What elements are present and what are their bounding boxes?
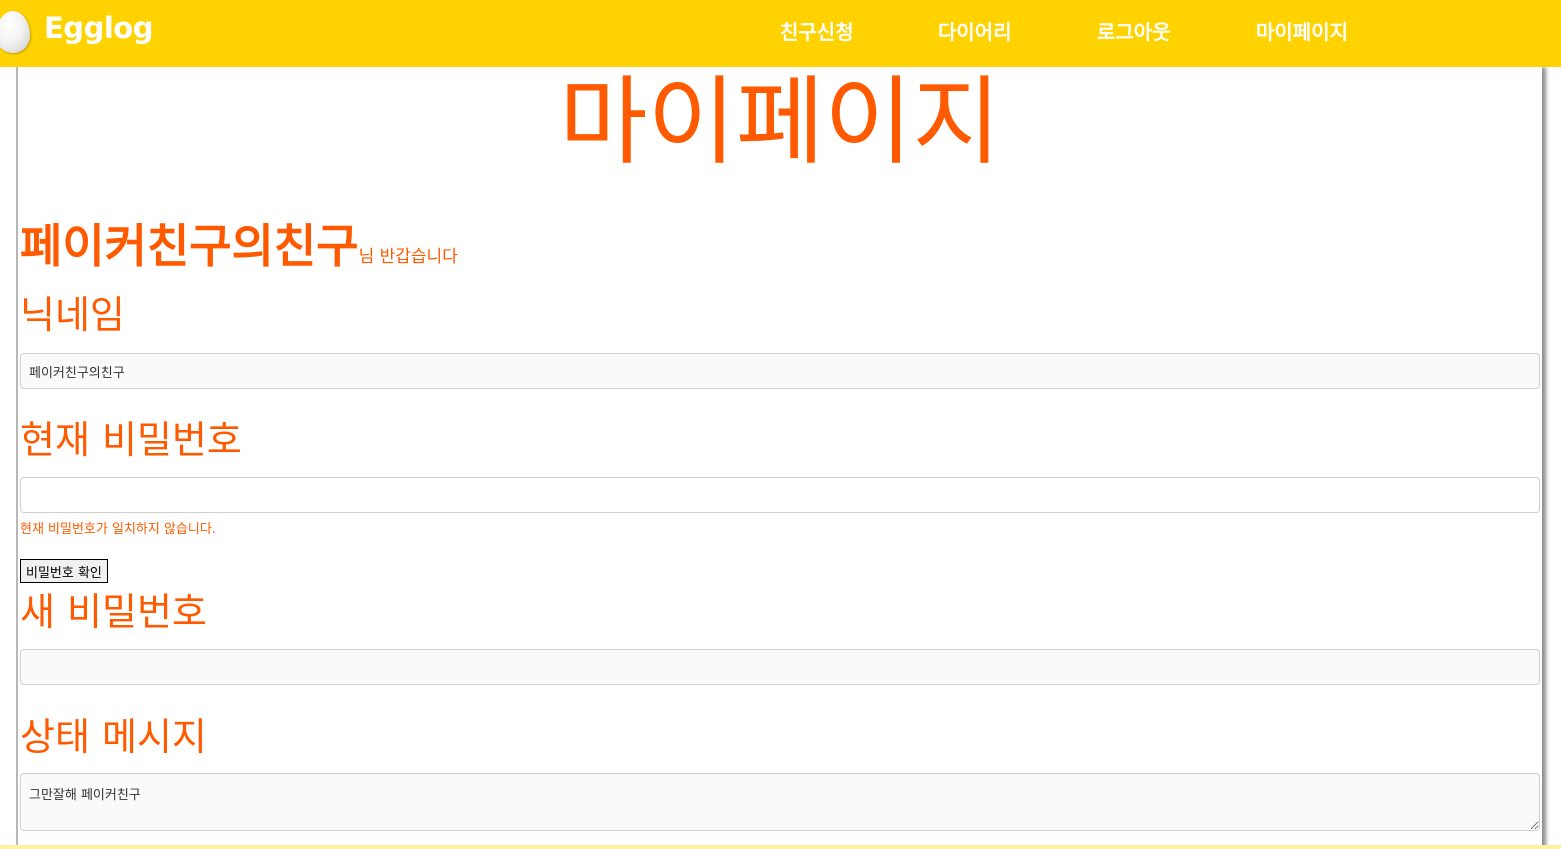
new-password-label: 새 비밀번호 [20,590,207,634]
brand-logo-text[interactable]: Egglog [44,11,153,45]
greeting-suffix: 님 반갑습니다 [358,247,458,267]
nickname-label: 닉네임 [20,293,125,337]
nav-mypage[interactable]: 마이페이지 [1256,16,1348,45]
nickname-field[interactable] [20,353,1540,389]
status-message-textarea[interactable]: 그만잘해 페이커친구 [20,773,1540,831]
status-message-label: 상태 메시지 [20,715,207,759]
top-navbar: Egglog 친구신청 다이어리 로그아웃 마이페이지 [0,0,1561,67]
greeting: 페이커친구의친구님 반갑습니다 [20,210,458,276]
mypage-content-panel: 마이페이지 페이커친구의친구님 반갑습니다 닉네임 현재 비밀번호 현재 비밀번… [16,67,1542,849]
bottom-border [0,845,1561,849]
password-error-message: 현재 비밀번호가 일치하지 않습니다. [20,522,216,537]
new-password-field[interactable] [20,649,1540,685]
nav-logout[interactable]: 로그아웃 [1097,16,1171,45]
nav-friend-request[interactable]: 친구신청 [780,16,854,45]
page-title: 마이페이지 [559,66,1001,178]
egg-icon[interactable] [0,11,30,53]
current-password-label: 현재 비밀번호 [20,418,242,462]
current-password-field[interactable] [20,477,1540,513]
confirm-password-button[interactable]: 비밀번호 확인 [20,559,108,583]
nav-diary[interactable]: 다이어리 [938,16,1012,45]
greeting-nickname: 페이커친구의친구 [20,219,359,273]
